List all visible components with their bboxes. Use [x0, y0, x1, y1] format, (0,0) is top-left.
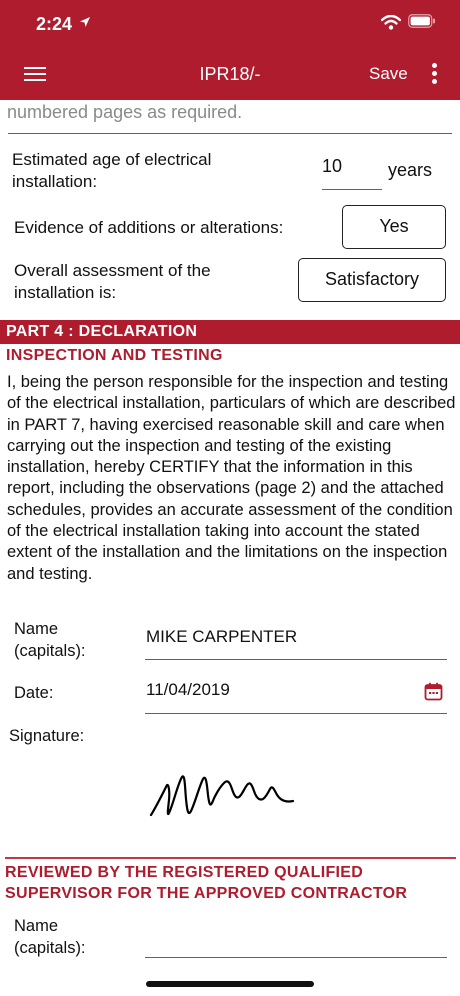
- save-button[interactable]: Save: [369, 64, 408, 84]
- divider: [8, 133, 452, 134]
- signature-label: Signature:: [9, 727, 85, 745]
- part4-header: PART 4 : DECLARATION: [0, 320, 460, 344]
- evidence-label: Evidence of additions or alterations:: [14, 218, 284, 237]
- declaration-text: I, being the person responsible for the …: [7, 373, 456, 583]
- reviewed-name-underline: [145, 957, 447, 958]
- name-underline: [145, 659, 447, 660]
- app-header: 2:24 IPR18/- Save: [0, 0, 460, 100]
- estimated-age-input[interactable]: 10: [322, 156, 382, 190]
- reviewed-name-label: Name (capitals):: [14, 917, 86, 957]
- status-time: 2:24: [36, 14, 73, 34]
- assessment-label: Overall assessment of the installation i…: [14, 261, 211, 302]
- home-indicator: [146, 981, 314, 987]
- reviewed-title: REVIEWED BY THE REGISTERED QUALIFIED SUP…: [5, 864, 408, 902]
- signature-drawing[interactable]: [148, 765, 298, 825]
- date-underline: [145, 713, 447, 714]
- name-value[interactable]: MIKE CARPENTER: [146, 627, 297, 647]
- battery-icon: [408, 14, 435, 28]
- trailing-instruction-text: numbered pages as required.: [7, 102, 243, 122]
- assessment-select[interactable]: Satisfactory: [298, 258, 446, 302]
- more-vertical-icon[interactable]: [432, 63, 438, 85]
- calendar-icon[interactable]: [424, 682, 443, 701]
- date-value[interactable]: 11/04/2019: [146, 680, 230, 700]
- date-label: Date:: [14, 684, 54, 702]
- estimated-age-unit: years: [388, 160, 433, 180]
- estimated-age-label: Estimated age of electrical installation…: [12, 150, 212, 191]
- location-arrow-icon: [80, 17, 90, 27]
- inspection-testing-title: INSPECTION AND TESTING: [6, 347, 223, 364]
- name-label: Name (capitals):: [14, 620, 86, 660]
- wifi-icon: [381, 15, 401, 30]
- evidence-select[interactable]: Yes: [342, 205, 446, 249]
- reviewed-divider: [5, 857, 456, 859]
